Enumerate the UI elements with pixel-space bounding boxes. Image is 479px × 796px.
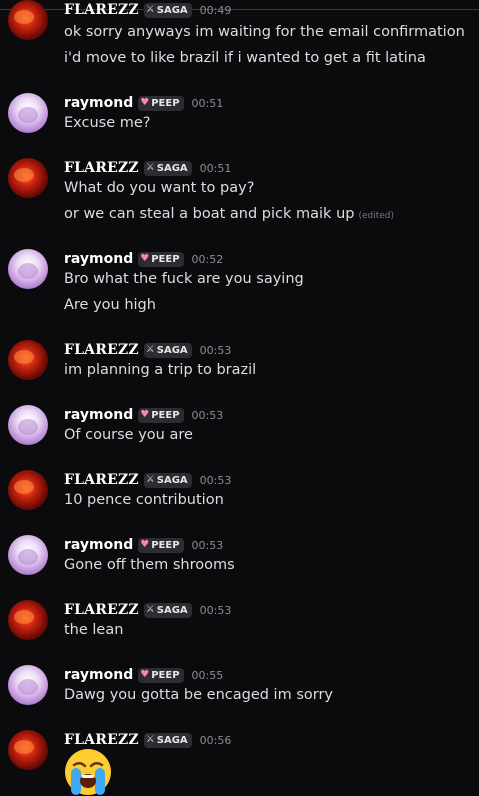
message-text: im planning a trip to brazil	[64, 362, 257, 378]
username[interactable]: raymond	[64, 667, 133, 683]
timestamp: 00:53	[191, 538, 224, 552]
heart-icon: ♥	[140, 253, 150, 264]
username[interactable]: FLAREZZ	[64, 472, 139, 488]
message-text: Gone off them shrooms	[64, 557, 235, 573]
guild-tag[interactable]: ⚔ SAGA	[143, 732, 192, 748]
guild-tag[interactable]: ♥ PEEP	[138, 95, 184, 111]
guild-tag[interactable]: ⚔ SAGA	[143, 472, 192, 488]
message-text: ok sorry anyways im waiting for the emai…	[64, 24, 465, 40]
avatar[interactable]	[8, 340, 48, 380]
timestamp: 00:55	[191, 668, 224, 682]
username[interactable]: raymond	[64, 407, 133, 423]
message-text: Bro what the fuck are you saying	[64, 271, 304, 287]
message-text: i'd move to like brazil if i wanted to g…	[64, 50, 426, 66]
timestamp: 00:52	[191, 252, 224, 266]
sword-icon: ⚔	[145, 604, 155, 615]
message-text: Are you high	[64, 297, 156, 313]
guild-tag[interactable]: ⚔ SAGA	[143, 342, 192, 358]
username[interactable]: FLAREZZ	[64, 602, 139, 618]
guild-tag[interactable]: ⚔ SAGA	[143, 2, 192, 18]
message-text: the lean	[64, 622, 124, 638]
guild-tag[interactable]: ♥ PEEP	[138, 251, 184, 267]
sword-icon: ⚔	[145, 474, 155, 485]
avatar[interactable]	[8, 535, 48, 575]
guild-tag[interactable]: ⚔ SAGA	[143, 602, 192, 618]
avatar[interactable]	[8, 93, 48, 133]
avatar[interactable]	[8, 249, 48, 289]
timestamp: 00:53	[199, 343, 232, 357]
username[interactable]: FLAREZZ	[64, 732, 139, 748]
message-text: Excuse me?	[64, 115, 151, 131]
timestamp: 00:53	[199, 473, 232, 487]
message-text: Dawg you gotta be encaged im sorry	[64, 687, 333, 703]
guild-tag[interactable]: ⚔ SAGA	[143, 160, 192, 176]
guild-tag[interactable]: ♥ PEEP	[138, 407, 184, 423]
username[interactable]: FLAREZZ	[64, 2, 139, 18]
username[interactable]: raymond	[64, 251, 133, 267]
guild-tag[interactable]: ♥ PEEP	[138, 537, 184, 553]
timestamp: 00:51	[199, 161, 232, 175]
timestamp: 00:56	[199, 733, 232, 747]
heart-icon: ♥	[140, 409, 150, 420]
heart-icon: ♥	[140, 539, 150, 550]
username[interactable]: FLAREZZ	[64, 342, 139, 358]
avatar[interactable]	[8, 730, 48, 770]
sword-icon: ⚔	[145, 344, 155, 355]
edited-label: (edited)	[358, 211, 395, 221]
heart-icon: ♥	[140, 97, 150, 108]
heart-icon: ♥	[140, 669, 150, 680]
avatar[interactable]	[8, 158, 48, 198]
sword-icon: ⚔	[145, 734, 155, 745]
username[interactable]: raymond	[64, 95, 133, 111]
sword-icon: ⚔	[145, 162, 155, 173]
timestamp: 00:51	[191, 96, 224, 110]
sword-icon: ⚔	[145, 4, 155, 15]
avatar[interactable]	[8, 405, 48, 445]
avatar[interactable]	[8, 600, 48, 640]
guild-tag[interactable]: ♥ PEEP	[138, 667, 184, 683]
message-text: What do you want to pay?	[64, 180, 255, 196]
message-text: 10 pence contribution	[64, 492, 224, 508]
username[interactable]: FLAREZZ	[64, 160, 139, 176]
avatar[interactable]	[8, 665, 48, 705]
timestamp: 00:49	[199, 3, 232, 17]
username[interactable]: raymond	[64, 537, 133, 553]
timestamp: 00:53	[199, 603, 232, 617]
loudly-crying-face-icon	[65, 749, 111, 795]
message-text: or we can steal a boat and pick maik up(…	[64, 206, 395, 222]
avatar[interactable]	[8, 0, 48, 40]
avatar[interactable]	[8, 470, 48, 510]
timestamp: 00:53	[191, 408, 224, 422]
message-text: Of course you are	[64, 427, 193, 443]
